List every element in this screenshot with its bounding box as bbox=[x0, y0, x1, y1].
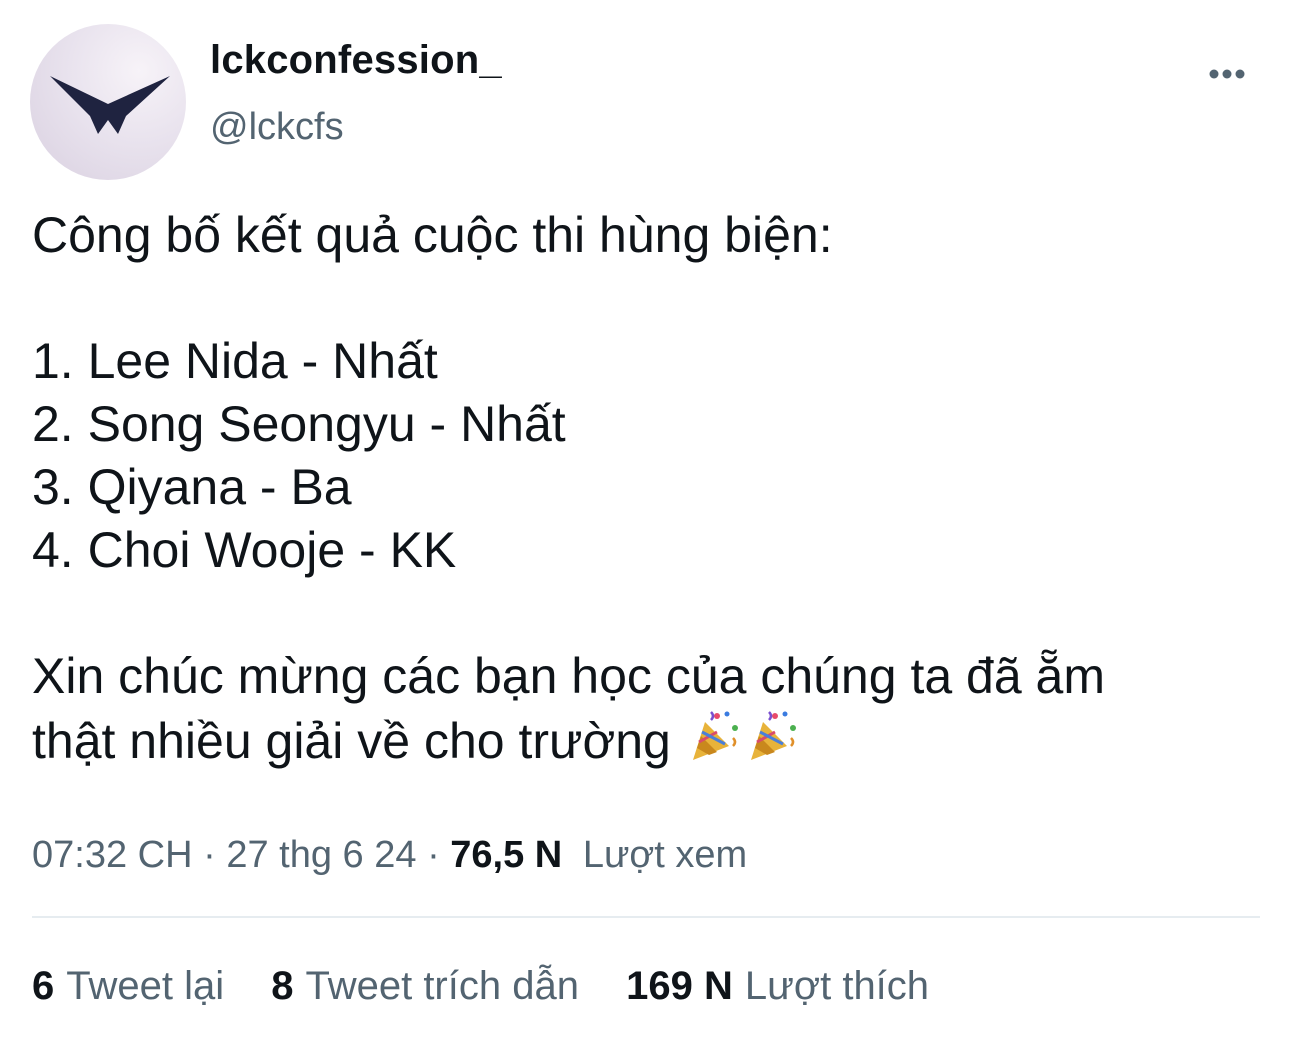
retweets-stat[interactable]: 6 Tweet lại bbox=[32, 964, 224, 1009]
tweet-text: Công bố kết quả cuộc thi hùng biện: 1. L… bbox=[32, 204, 1272, 771]
retweets-label: Tweet lại bbox=[66, 964, 225, 1008]
tweet-time[interactable]: 07:32 CH bbox=[32, 834, 193, 876]
display-name[interactable]: lckconfession_ bbox=[210, 38, 502, 83]
likes-stat[interactable]: 169 N Lượt thích bbox=[626, 964, 929, 1009]
tweet-line: Công bố kết quả cuộc thi hùng biện: bbox=[32, 207, 833, 263]
more-options-button[interactable] bbox=[1200, 58, 1254, 90]
meta-separator: · bbox=[203, 834, 216, 876]
tweet-line: 4. Choi Wooje - KK bbox=[32, 522, 457, 578]
tweet-line: Xin chúc mừng các bạn học của chúng ta đ… bbox=[32, 648, 1105, 704]
quotes-label: Tweet trích dẫn bbox=[305, 964, 579, 1008]
tweet-line: 2. Song Seongyu - Nhất bbox=[32, 396, 566, 452]
tweet-line-last: thật nhiều giải về cho trường bbox=[32, 708, 1272, 771]
party-popper-icon bbox=[687, 708, 743, 779]
engagement-stats: 6 Tweet lại 8 Tweet trích dẫn 169 N Lượt th… bbox=[32, 964, 965, 1009]
quotes-stat[interactable]: 8 Tweet trích dẫn bbox=[271, 964, 579, 1009]
handle[interactable]: @lckcfs bbox=[210, 106, 344, 149]
bird-logo-icon bbox=[50, 76, 170, 134]
likes-count: 169 N bbox=[626, 964, 733, 1008]
party-popper-icon bbox=[745, 708, 801, 779]
more-dots-icon bbox=[1209, 69, 1245, 79]
avatar[interactable] bbox=[30, 24, 186, 180]
views-label: Lượt xem bbox=[582, 834, 748, 876]
meta-separator: · bbox=[427, 834, 440, 876]
retweets-count: 6 bbox=[32, 964, 55, 1008]
likes-label: Lượt thích bbox=[744, 964, 930, 1008]
views-count: 76,5 N bbox=[450, 834, 563, 876]
tweet-line: 1. Lee Nida - Nhất bbox=[32, 333, 438, 389]
tweet-line-text: thật nhiều giải về cho trường bbox=[32, 713, 671, 769]
tweet-meta: 07:32 CH · 27 thg 6 24 · 76,5 N Lượt xem bbox=[32, 834, 747, 877]
tweet-line: 3. Qiyana - Ba bbox=[32, 459, 352, 515]
tweet-date[interactable]: 27 thg 6 24 bbox=[226, 834, 416, 876]
divider bbox=[32, 916, 1260, 918]
quotes-count: 8 bbox=[271, 964, 294, 1008]
